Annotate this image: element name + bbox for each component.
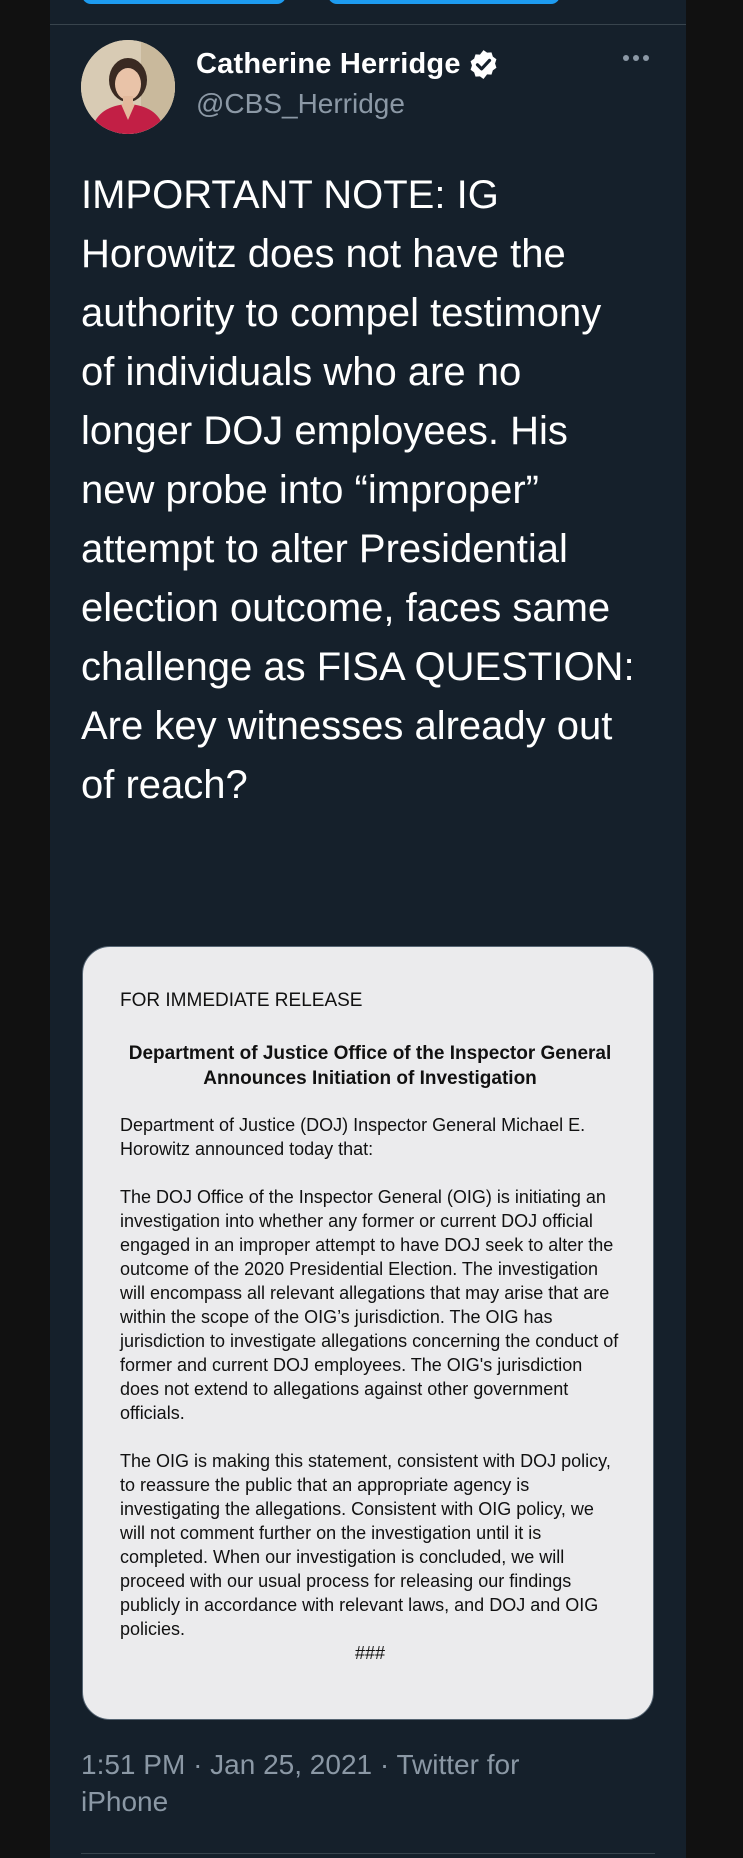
top-divider [50, 24, 686, 25]
avatar-image [81, 40, 175, 134]
verified-badge-icon [470, 50, 497, 79]
bottom-divider [81, 1853, 655, 1854]
release-paragraph: The DOJ Office of the Inspector General … [120, 1187, 619, 1423]
top-action-button-right[interactable] [328, 0, 560, 4]
attached-document-image[interactable]: FOR IMMEDIATE RELEASE Department of Just… [82, 946, 654, 1720]
tweet-date[interactable]: Jan 25, 2021 [210, 1749, 372, 1780]
author-handle[interactable]: @CBS_Herridge [196, 88, 405, 120]
avatar[interactable] [81, 40, 175, 134]
meta-separator: · [193, 1749, 203, 1780]
release-title: Department of Justice Office of the Insp… [128, 1043, 612, 1089]
release-paragraph: The OIG is making this statement, consis… [120, 1451, 611, 1639]
tweet-text: IMPORTANT NOTE: IG Horowitz does not hav… [81, 173, 635, 807]
tweet-time[interactable]: 1:51 PM [81, 1749, 185, 1780]
author-row: Catherine Herridge [196, 48, 500, 81]
tweet-panel: Catherine Herridge @CBS_Herridge IMPORTA… [50, 0, 686, 1858]
press-release: FOR IMMEDIATE RELEASE Department of Just… [120, 989, 620, 1683]
top-action-button-left[interactable] [82, 0, 286, 4]
release-paragraph: Department of Justice (DOJ) Inspector Ge… [120, 1115, 586, 1159]
meta-separator: · [379, 1749, 390, 1780]
tweet-meta: 1:51 PM · Jan 25, 2021 · Twitter for iPh… [81, 1746, 561, 1820]
release-end-mark: ### [354, 1643, 386, 1663]
more-options-icon[interactable] [616, 48, 656, 78]
author-name[interactable]: Catherine Herridge [196, 48, 461, 81]
release-header: FOR IMMEDIATE RELEASE [120, 990, 363, 1011]
